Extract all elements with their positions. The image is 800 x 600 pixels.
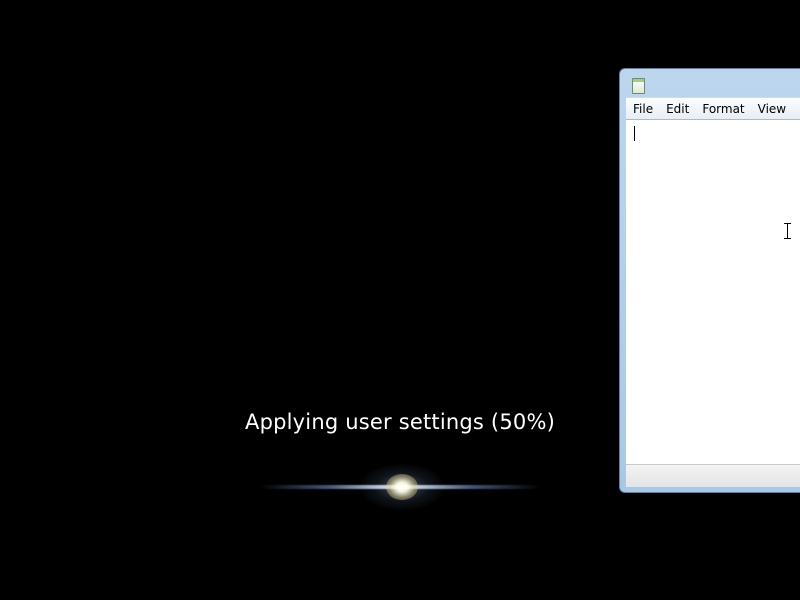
- menu-file[interactable]: File: [626, 98, 659, 117]
- progress-glow: [260, 464, 540, 510]
- status-bar: [626, 464, 800, 487]
- menu-bar: FileEditFormatViewH: [626, 97, 800, 119]
- glow-core: [386, 474, 418, 500]
- title-bar[interactable]: [620, 69, 800, 97]
- menu-help[interactable]: H: [792, 98, 800, 117]
- ibeam-cursor-icon: [784, 223, 791, 239]
- notepad-icon: [632, 78, 645, 94]
- notepad-window[interactable]: FileEditFormatViewH: [619, 68, 800, 493]
- menu-format[interactable]: Format: [695, 98, 750, 117]
- setup-screen: Applying user settings (50%) File Edit For…: [0, 0, 800, 600]
- text-caret: [634, 126, 635, 141]
- menu-view[interactable]: View: [751, 98, 792, 117]
- text-editor[interactable]: [626, 119, 800, 464]
- menu-edit[interactable]: Edit: [659, 98, 695, 117]
